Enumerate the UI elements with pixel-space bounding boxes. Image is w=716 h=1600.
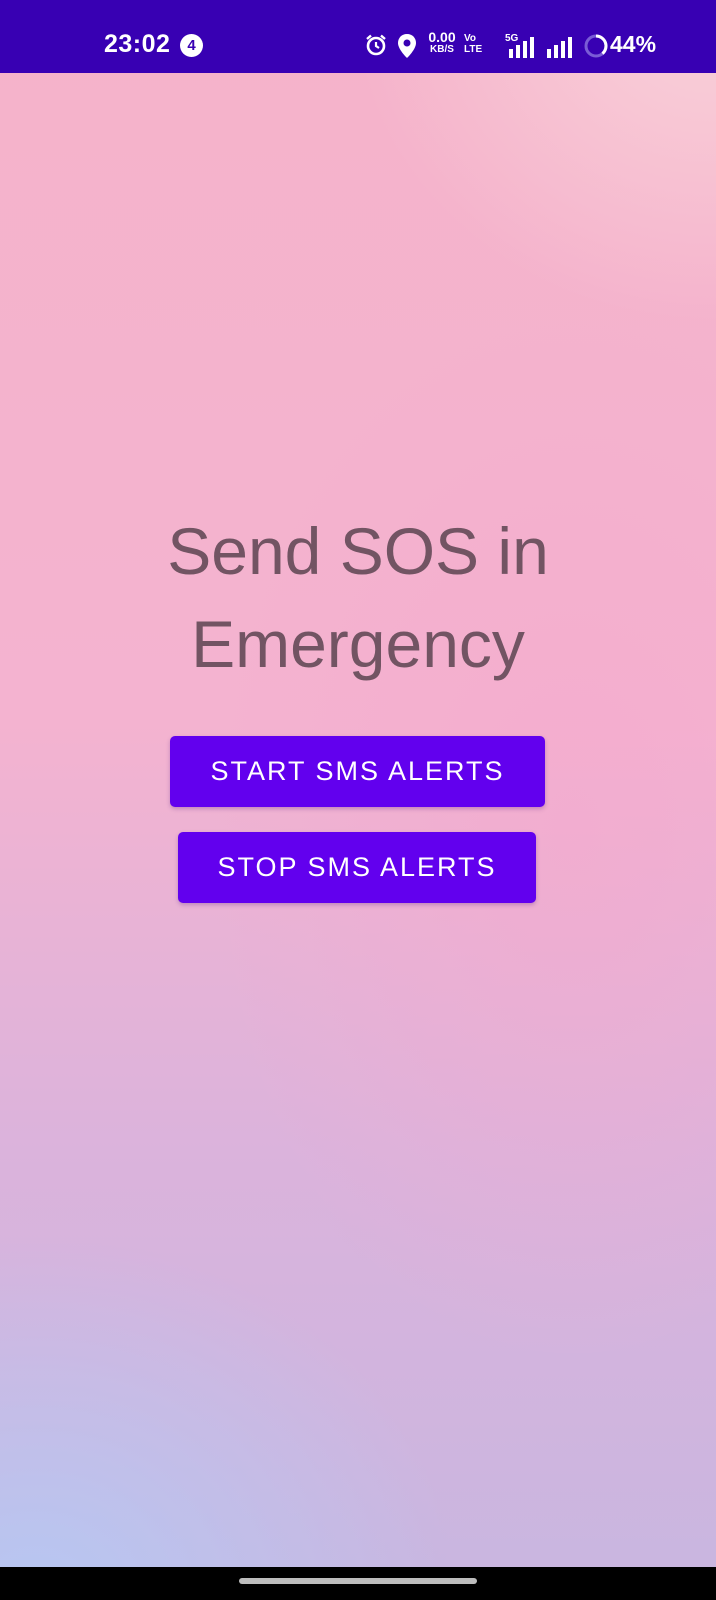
status-time: 23:02 — [104, 30, 171, 58]
home-indicator[interactable] — [239, 1578, 477, 1584]
title-line-2: Emergency — [191, 607, 525, 681]
signal-icon-2 — [546, 36, 576, 63]
stop-sms-alerts-button[interactable]: STOP SMS ALERTS — [178, 832, 536, 903]
page-title: Send SOS in Emergency — [0, 505, 716, 691]
app-screen: 23:02 4 0.00 KB/S Vo LTE 5G 44% Send SOS… — [0, 0, 716, 1600]
title-line-1: Send SOS in — [167, 514, 549, 588]
location-icon — [396, 33, 418, 64]
start-sms-alerts-button[interactable]: START SMS ALERTS — [170, 736, 545, 807]
status-bar: 23:02 4 0.00 KB/S Vo LTE 5G 44% — [0, 0, 716, 73]
notification-count-badge: 4 — [180, 34, 203, 57]
alarm-icon — [364, 33, 388, 62]
net-speed: 0.00 KB/S — [424, 30, 460, 56]
volte-label: Vo LTE — [464, 33, 483, 55]
net-speed-value: 0.00 — [428, 29, 456, 45]
battery-ring-icon — [583, 33, 609, 64]
battery-percent: 44% — [610, 31, 657, 57]
navigation-bar — [0, 1567, 716, 1600]
net-speed-unit: KB/S — [430, 44, 454, 55]
signal-icon — [508, 36, 538, 63]
